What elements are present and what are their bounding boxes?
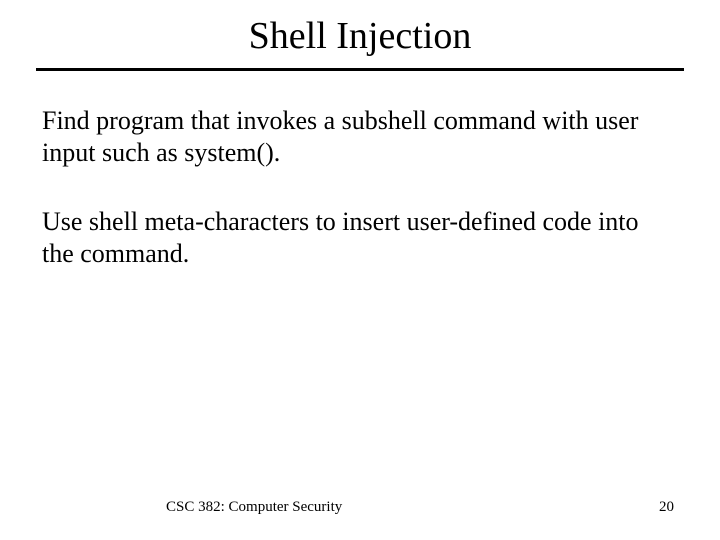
slide-title: Shell Injection [0,0,720,58]
slide-footer: CSC 382: Computer Security 20 [0,499,720,516]
slide-body: Find program that invokes a subshell com… [0,71,720,270]
footer-course: CSC 382: Computer Security [46,499,342,516]
paragraph-2: Use shell meta-characters to insert user… [42,206,674,269]
footer-page-number: 20 [659,499,674,516]
paragraph-1: Find program that invokes a subshell com… [42,105,674,168]
slide: Shell Injection Find program that invoke… [0,0,720,540]
